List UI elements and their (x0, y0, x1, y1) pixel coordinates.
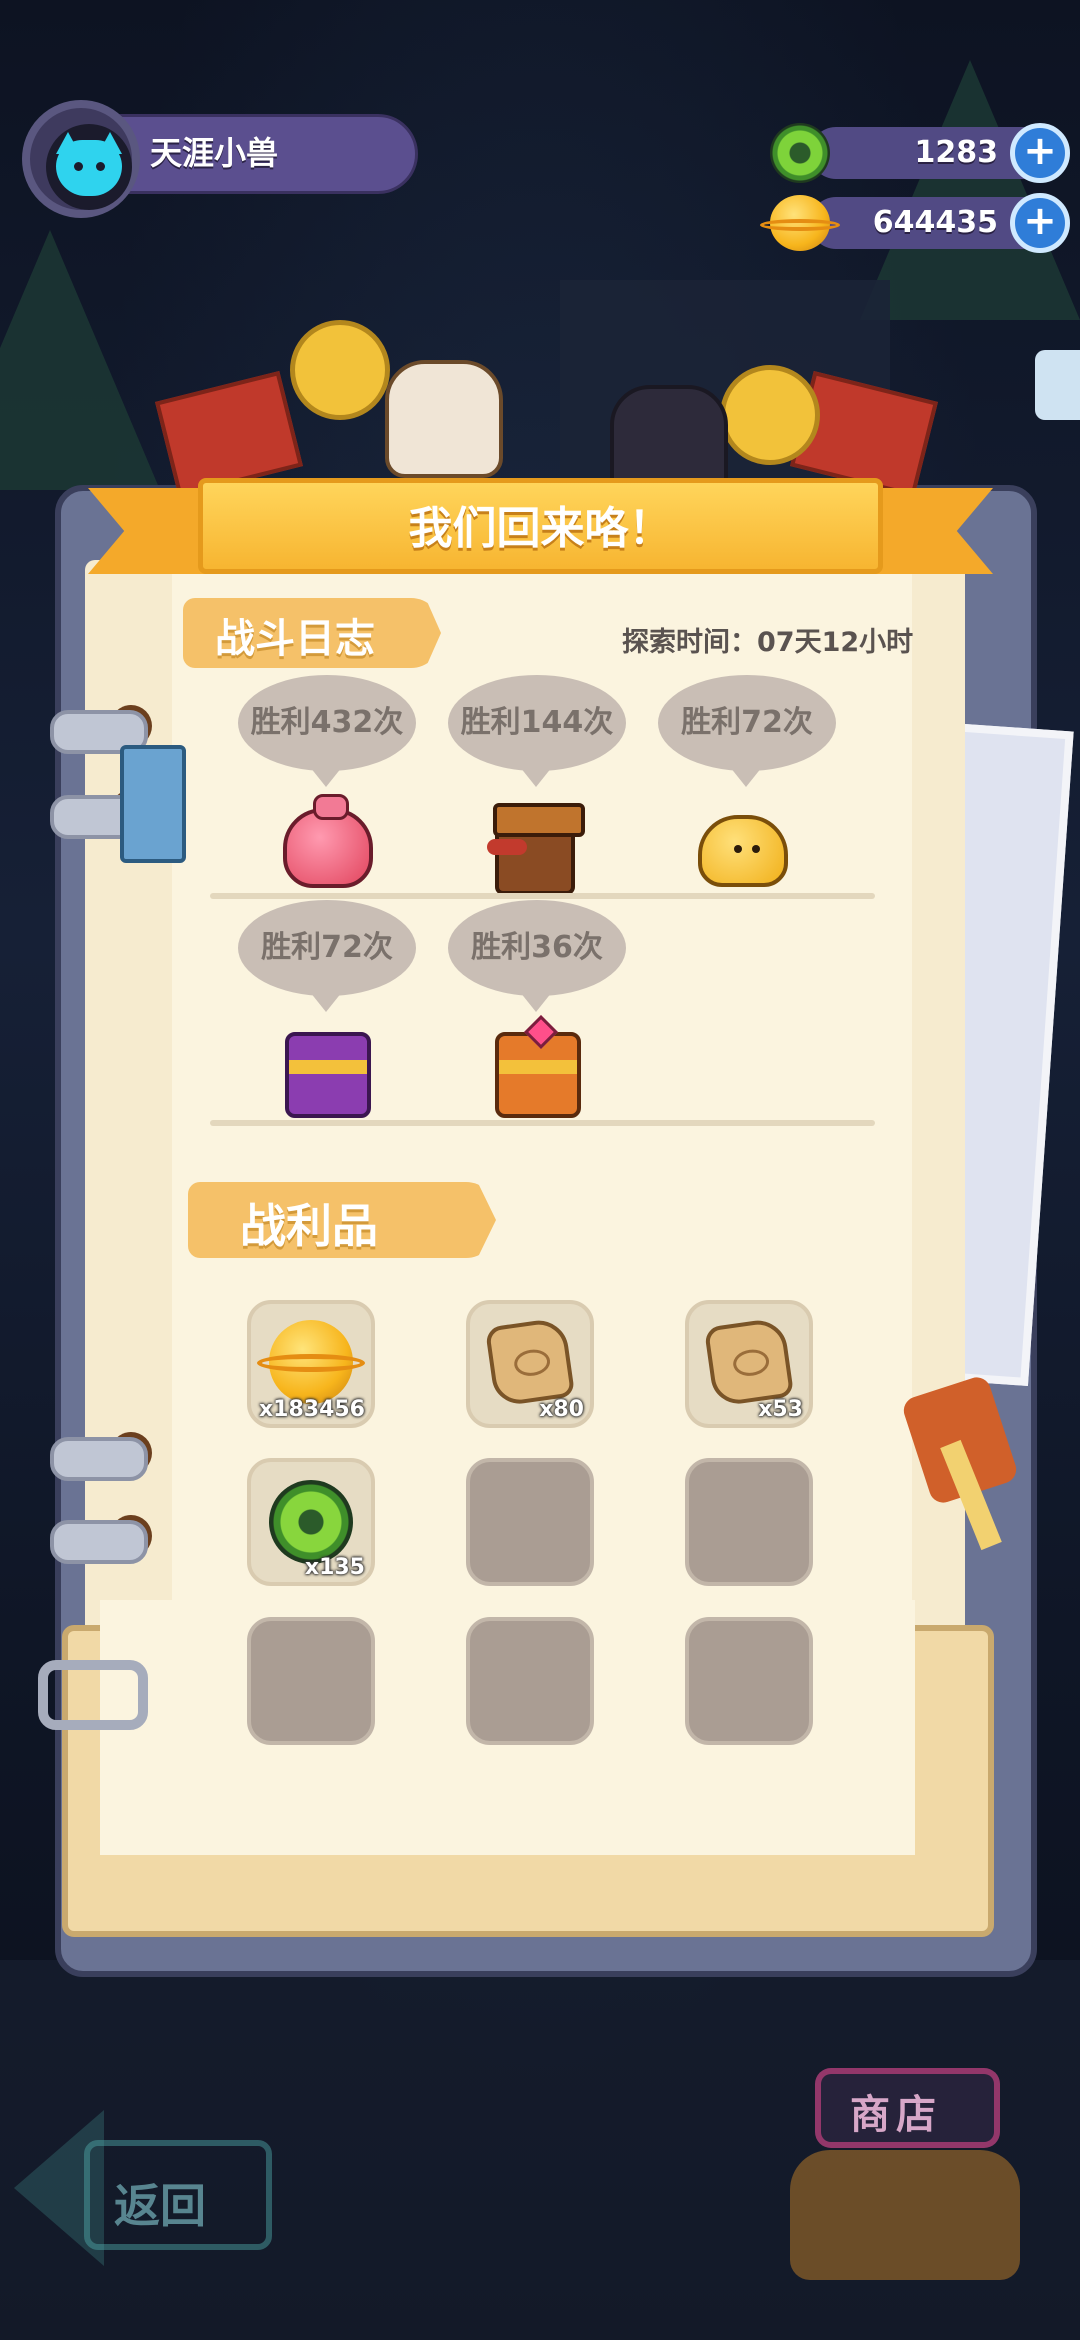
avatar[interactable] (46, 124, 132, 210)
empty-loot-slot (247, 1617, 375, 1745)
explore-time: 探索时间：07天12小时 (622, 627, 914, 658)
battle-count-label: 胜利144次 (460, 705, 614, 740)
coin-currency: 644435 + (760, 193, 1070, 253)
donut-amount: 1283 (914, 135, 999, 170)
side-clip-icon (1035, 350, 1080, 420)
orange-chest-monster-icon[interactable] (495, 1015, 581, 1118)
battle-log-title: 战斗日志 (215, 616, 375, 662)
chest-trim (499, 1060, 577, 1074)
paper-clip-icon (38, 1660, 148, 1730)
empty-loot-slot (685, 1458, 813, 1586)
player-name: 天涯小兽 (150, 134, 279, 172)
trumpet-cat-icon (385, 360, 503, 478)
back-label: 返回 (114, 2179, 206, 2233)
add-donut-button[interactable]: + (1010, 123, 1070, 183)
battle-count-bubble: 胜利432次 (238, 675, 416, 787)
background-tree (0, 230, 160, 490)
avatar-eye (74, 162, 83, 171)
green-donut-icon (269, 1480, 353, 1564)
gold-coin-icon (760, 195, 840, 251)
background-tree (860, 60, 1080, 320)
player-profile[interactable]: 天涯小兽 (22, 100, 418, 218)
loot-slot[interactable]: x53 (685, 1300, 813, 1428)
game-scene: 天涯小兽 1283 + 644435 + 我们回来咯！ 战斗日志 探索时间：07 (0, 0, 1080, 2340)
coin-amount: 644435 (872, 205, 998, 240)
loot-quantity: x53 (758, 1397, 803, 1422)
loot-quantity: x80 (539, 1397, 584, 1422)
binder-clip-icon (120, 745, 186, 863)
avatar-eye (96, 162, 105, 171)
binder-ring (50, 1437, 148, 1481)
back-button[interactable]: 返回 (14, 2100, 272, 2280)
battle-count-bubble: 胜利72次 (238, 900, 416, 1012)
battle-count-bubble: 胜利72次 (658, 675, 836, 787)
shelf-line (210, 893, 875, 899)
mimic-tongue (487, 839, 527, 855)
monster-eye (752, 845, 760, 853)
battle-count-bubble: 胜利144次 (448, 675, 626, 787)
mimic-lid (493, 803, 585, 837)
trumpet-icon (290, 320, 390, 420)
battle-count-label: 胜利72次 (681, 705, 813, 740)
add-coin-button[interactable]: + (1010, 193, 1070, 253)
loot-slot[interactable]: x80 (466, 1300, 594, 1428)
monster-eye (734, 845, 742, 853)
purple-chest-monster-icon[interactable] (285, 1032, 371, 1118)
trumpet-icon (720, 365, 820, 465)
empty-loot-slot (685, 1617, 813, 1745)
battle-count-label: 胜利72次 (261, 930, 393, 965)
shelf-line (210, 1120, 875, 1126)
green-donut-icon (770, 123, 830, 183)
battle-count-label: 胜利36次 (471, 930, 603, 965)
loot-title: 战利品 (240, 1199, 378, 1253)
map-scroll-icon (703, 1316, 795, 1408)
bow-icon (313, 794, 349, 820)
avatar-frame (22, 100, 140, 218)
gold-coin-icon (257, 1320, 365, 1404)
box-mimic-monster-icon[interactable] (487, 803, 585, 895)
banner-title: 我们回来咯！ (408, 503, 673, 554)
loot-slot[interactable]: x135 (247, 1458, 375, 1586)
shop-truck-icon[interactable] (790, 2150, 1020, 2280)
map-scroll-icon (484, 1316, 576, 1408)
empty-loot-slot (466, 1617, 594, 1745)
pink-blob-monster-icon[interactable] (283, 794, 373, 888)
donut-currency: 1283 + (770, 123, 1070, 183)
binder-ring (50, 1520, 148, 1564)
battle-count-bubble: 胜利36次 (448, 900, 626, 1012)
cat-face-icon (56, 140, 122, 196)
chest-trim (289, 1060, 367, 1074)
loot-quantity: x183456 (258, 1397, 365, 1422)
loot-quantity: x135 (304, 1555, 365, 1580)
battle-count-label: 胜利432次 (250, 705, 404, 740)
shop-label: 商店 (850, 2092, 942, 2138)
empty-loot-slot (466, 1458, 594, 1586)
loot-slot[interactable]: x183456 (247, 1300, 375, 1428)
yellow-star-blob-icon[interactable] (698, 815, 788, 887)
